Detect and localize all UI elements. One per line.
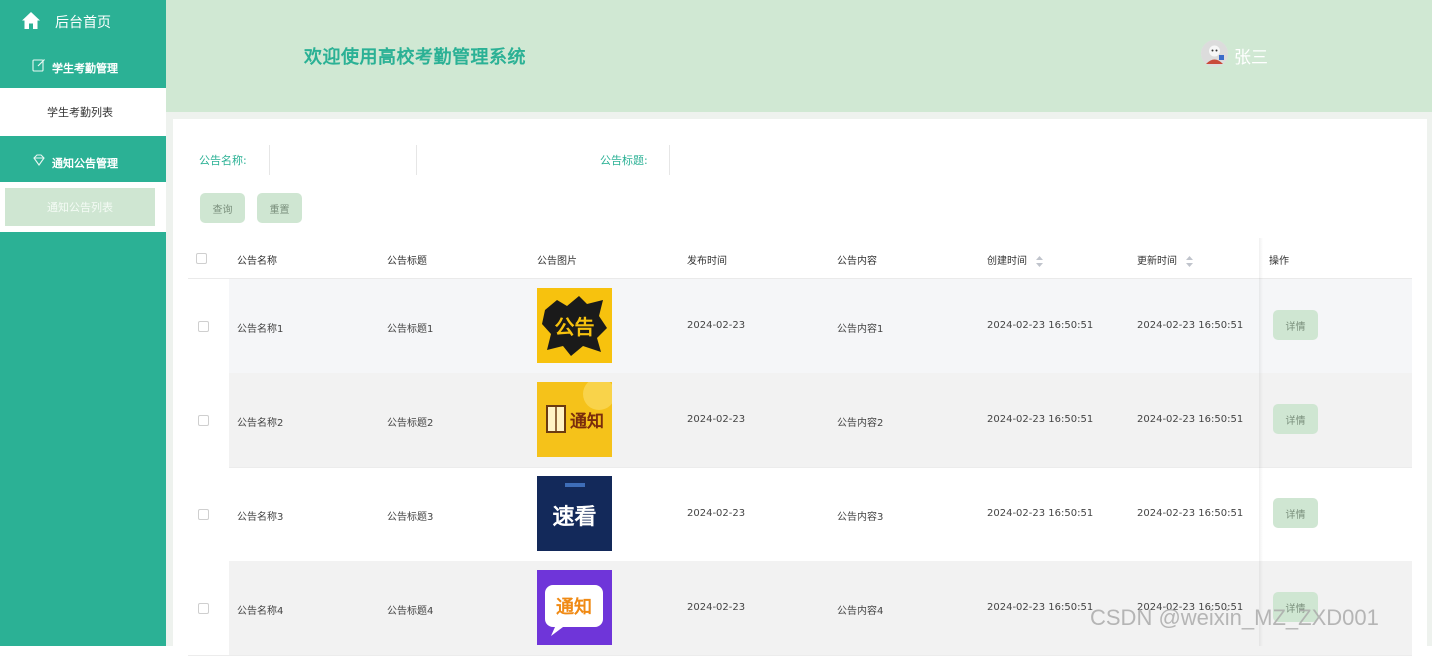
table-header: 公告名称 公告标题 公告图片 发布时间 公告内容 创建时间 更新时间 操作 (188, 238, 1412, 279)
cell-content: 公告内容2 (837, 418, 884, 429)
notice-title-input[interactable] (669, 145, 830, 175)
cell-title: 公告标题2 (387, 418, 434, 429)
column-header-title: 公告标题 (387, 256, 427, 267)
cell-created: 2024-02-23 16:50:51 (987, 508, 1094, 519)
page-title: 欢迎使用高校考勤管理系统 (304, 47, 526, 68)
cell-content: 公告内容3 (837, 512, 884, 523)
notice-name-input[interactable] (269, 145, 417, 175)
column-header-updated[interactable]: 更新时间 (1137, 252, 1194, 267)
cell-content: 公告内容1 (837, 324, 884, 335)
cell-created: 2024-02-23 16:50:51 (987, 414, 1094, 425)
watermark: CSDN @weixin_MZ_ZXD001 (1090, 605, 1379, 630)
column-header-created[interactable]: 创建时间 (987, 252, 1044, 267)
reset-button[interactable]: 重置 (257, 193, 302, 223)
avatar-icon (1201, 40, 1228, 67)
column-header-name: 公告名称 (237, 256, 277, 267)
cell-updated: 2024-02-23 16:50:51 (1137, 320, 1244, 331)
notice-image: 通知 (537, 570, 612, 645)
sidebar-submenu: 学生考勤列表 (0, 88, 166, 136)
cell-publish: 2024-02-23 (687, 508, 746, 519)
cell-title: 公告标题1 (387, 324, 434, 335)
cell-title: 公告标题4 (387, 606, 434, 617)
column-header-publish: 发布时间 (687, 256, 727, 267)
notice-image-art: 公告 (542, 296, 607, 356)
sort-icon[interactable] (1036, 255, 1044, 267)
notice-image-art: 通知 (537, 570, 612, 645)
sidebar-item-notice-list[interactable]: 通知公告列表 (5, 188, 155, 226)
detail-button[interactable]: 详情 (1273, 310, 1318, 340)
username[interactable]: 张三 (1234, 43, 1268, 68)
sidebar-group-label: 通知公告管理 (52, 157, 118, 170)
cell-created: 2024-02-23 16:50:51 (987, 602, 1094, 613)
edit-icon (32, 59, 45, 72)
notice-image-art: 通知 (546, 382, 612, 433)
column-header-content: 公告内容 (837, 256, 877, 267)
avatar[interactable] (1201, 40, 1228, 67)
home-icon (22, 12, 40, 29)
diamond-icon (33, 154, 45, 166)
table-row: 公告名称3 公告标题3 速看 2024-02-23 公告内容3 2024-02-… (188, 467, 1412, 562)
detail-button[interactable]: 详情 (1273, 404, 1318, 434)
notice-image-label: 公告 (555, 315, 595, 339)
sort-icon[interactable] (1186, 255, 1194, 267)
sidebar-group-notice[interactable]: 通知公告管理 (0, 138, 166, 182)
top-header: 欢迎使用高校考勤管理系统 张三 (166, 0, 1432, 112)
query-button[interactable]: 查询 (200, 193, 245, 223)
row-checkbox[interactable] (198, 509, 209, 520)
notice-image-art: 速看 (552, 483, 597, 530)
notice-name-label: 公告名称: (199, 154, 247, 167)
cell-content: 公告内容4 (837, 606, 884, 617)
sidebar-home-label: 后台首页 (55, 15, 111, 31)
cell-publish: 2024-02-23 (687, 320, 746, 331)
fixed-column-shadow (1259, 238, 1263, 646)
sidebar-submenu: 通知公告列表 (0, 182, 166, 232)
detail-button[interactable]: 详情 (1273, 498, 1318, 528)
row-checkbox[interactable] (198, 321, 209, 332)
sidebar-home[interactable]: 后台首页 (0, 0, 166, 42)
cell-publish: 2024-02-23 (687, 414, 746, 425)
notice-image-label: 通知 (570, 411, 604, 432)
notice-image: 公告 (537, 288, 612, 363)
row-checkbox[interactable] (198, 415, 209, 426)
cell-title: 公告标题3 (387, 512, 434, 523)
cell-updated: 2024-02-23 16:50:51 (1137, 508, 1244, 519)
select-all-checkbox[interactable] (196, 253, 207, 264)
cell-updated: 2024-02-23 16:50:51 (1137, 414, 1244, 425)
cell-created: 2024-02-23 16:50:51 (987, 320, 1094, 331)
table-row: 公告名称2 公告标题2 通知 2024-02-23 公告内容2 2024-02-… (188, 373, 1412, 468)
cell-publish: 2024-02-23 (687, 602, 746, 613)
sidebar: 后台首页 学生考勤管理 学生考勤列表 通知公告管理 通知公告列表 (0, 0, 166, 646)
cell-name: 公告名称4 (237, 606, 284, 617)
cell-name: 公告名称2 (237, 418, 284, 429)
notice-title-label: 公告标题: (600, 154, 648, 167)
column-header-image: 公告图片 (537, 256, 577, 267)
sidebar-group-label: 学生考勤管理 (52, 62, 118, 75)
table-row: 公告名称1 公告标题1 公告 2024-02-23 公告内容1 2024-02-… (188, 279, 1412, 374)
cell-name: 公告名称3 (237, 512, 284, 523)
column-header-action: 操作 (1269, 256, 1289, 267)
notice-image: 速看 (537, 476, 612, 551)
cell-name: 公告名称1 (237, 324, 284, 335)
column-header-created-label: 创建时间 (987, 256, 1027, 267)
notice-image: 通知 (537, 382, 612, 457)
sidebar-item-attendance-list[interactable]: 学生考勤列表 (5, 94, 155, 130)
column-header-updated-label: 更新时间 (1137, 256, 1177, 267)
row-checkbox[interactable] (198, 603, 209, 614)
notice-image-label: 速看 (552, 504, 596, 530)
sidebar-group-attendance[interactable]: 学生考勤管理 (0, 44, 166, 88)
notice-image-label: 通知 (556, 596, 592, 618)
